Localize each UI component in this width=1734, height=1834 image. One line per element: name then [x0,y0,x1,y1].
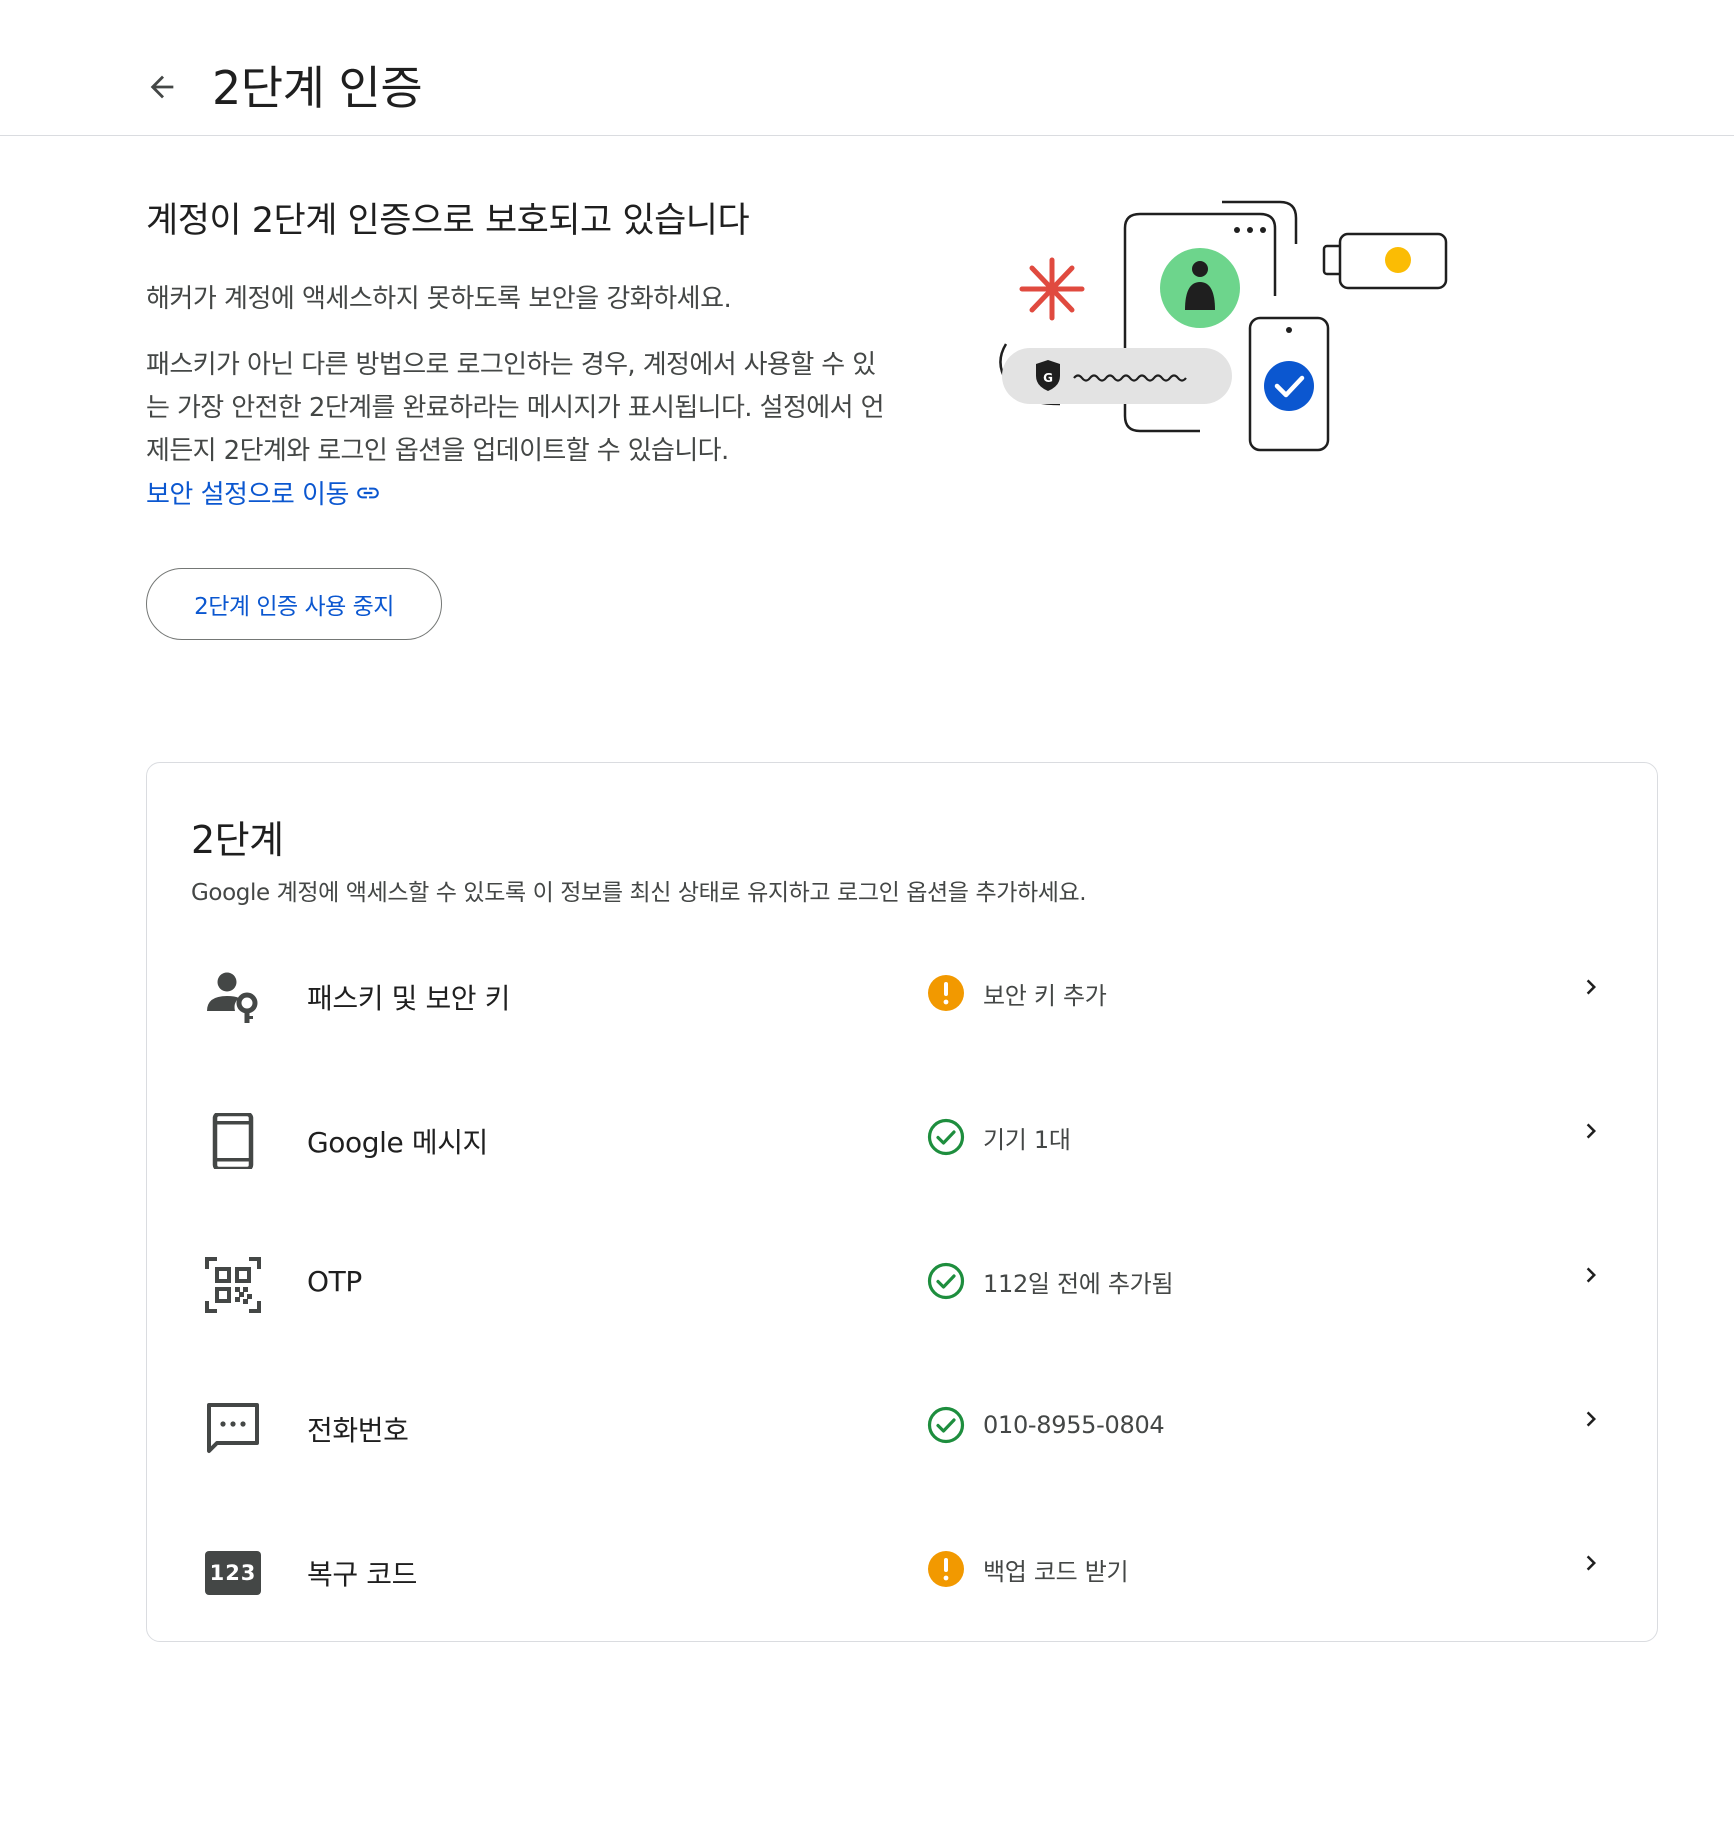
row-label: 복구 코드 [307,1558,417,1591]
security-key-icon [1322,232,1448,290]
warning-icon [928,975,964,1011]
row-label: 전화번호 [307,1414,409,1447]
status-text: 백업 코드 받기 [983,1557,1129,1586]
row-passkeys[interactable]: 패스키 및 보안 키 보안 키 추가 [147,925,1659,1069]
status-text: 보안 키 추가 [983,981,1107,1010]
row-label: OTP [307,1265,362,1298]
row-label: 패스키 및 보안 키 [307,982,511,1015]
row-status: 112일 전에 추가됨 [927,1261,1174,1301]
check-circle-icon [927,1118,965,1156]
row-label: Google 메시지 [307,1126,488,1159]
hero-subtitle: 해커가 계정에 액세스하지 못하도록 보안을 강화하세요. [146,284,732,314]
chevron-right-icon [1571,1399,1611,1439]
row-status: 010-8955-0804 [927,1405,1165,1445]
asterisk-icon [1019,257,1085,321]
backup-code-icon-text: 123 [209,1561,257,1585]
row-google-messages[interactable]: Google 메시지 기기 1대 [147,1069,1659,1213]
qr-code-icon [205,1257,261,1313]
security-settings-link[interactable]: 보안 설정으로 이동 [146,474,381,511]
row-phone-number[interactable]: 전화번호 010-8955-0804 [147,1357,1659,1501]
check-badge-icon [1264,361,1314,411]
sms-icon [205,1401,261,1457]
row-status: 기기 1대 [927,1117,1071,1157]
back-button[interactable] [135,60,189,114]
row-status: 백업 코드 받기 [927,1549,1129,1589]
svg-text:G: G [1043,371,1053,385]
card-subtitle: Google 계정에 액세스할 수 있도록 이 정보를 최신 상태로 유지하고 … [191,880,1087,906]
avatar-badge-icon [1160,248,1240,328]
row-backup-codes[interactable]: 123 복구 코드 백업 코드 받기 [147,1501,1659,1645]
security-settings-link-label: 보안 설정으로 이동 [146,480,349,510]
hero-title: 계정이 2단계 인증으로 보호되고 있습니다 [146,201,750,241]
row-otp[interactable]: OTP 112일 전에 추가됨 [147,1213,1659,1357]
chevron-right-icon [1571,1543,1611,1583]
chevron-right-icon [1571,1255,1611,1295]
disable-2sv-button[interactable]: 2단계 인증 사용 중지 [146,568,442,640]
chevron-right-icon [1571,967,1611,1007]
link-icon [357,487,379,498]
chevron-right-icon [1571,1111,1611,1151]
second-steps-card: 2단계 Google 계정에 액세스할 수 있도록 이 정보를 최신 상태로 유… [146,762,1658,1642]
person-key-icon [205,969,261,1025]
status-text: 112일 전에 추가됨 [983,1269,1174,1298]
phone-icon [205,1113,261,1169]
card-title: 2단계 [191,818,284,862]
check-circle-icon [927,1262,965,1300]
warning-icon [928,1551,964,1587]
page-title: 2단계 인증 [212,61,423,115]
row-status: 보안 키 추가 [927,973,1107,1013]
check-circle-icon [927,1406,965,1444]
two-step-illustration: G [999,200,1448,452]
signal-arc [1222,200,1298,244]
status-text: 기기 1대 [983,1125,1071,1154]
status-text: 010-8955-0804 [983,1411,1165,1439]
hero-description: 패스키가 아닌 다른 방법으로 로그인하는 경우, 계정에서 사용할 수 있는 … [146,350,884,466]
top-app-bar: 2단계 인증 [0,0,1734,136]
backup-code-icon: 123 [205,1545,261,1601]
arrow-back-icon [150,75,174,99]
